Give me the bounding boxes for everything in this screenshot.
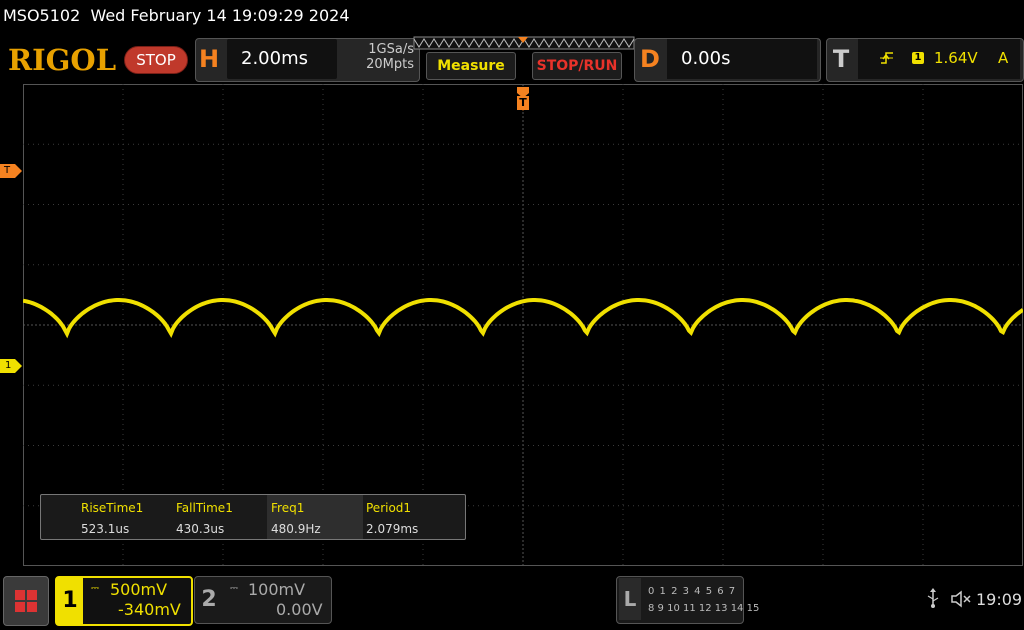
dc-coupling-icon: ⎓ [230,583,238,594]
rising-edge-icon [880,52,893,64]
menu-grid-icon [15,590,37,612]
measurement-label: Freq1 [271,501,305,515]
status-line: MSO5102 Wed February 14 19:09:29 2024 [0,0,1024,34]
main-menu-button[interactable] [3,576,49,626]
delay-label: D [640,45,660,73]
logic-channels-row2: 8 9 10 11 12 13 14 15 [648,603,760,614]
timebase-value: 2.00ms [241,48,308,69]
trigger-source: 1 [912,52,924,64]
delay-value: 0.00s [681,48,731,69]
timebase-display[interactable]: 2.00ms [227,39,337,79]
delay-display[interactable]: 0.00s [667,39,817,79]
channel1-offset-marker-label: 1 [5,360,12,371]
measurement-label: Period1 [366,501,412,515]
channel2-number: 2 [201,587,217,612]
measurement-frequency[interactable]: Freq1 480.9Hz [267,495,363,539]
usb-icon [927,588,939,608]
memory-timeline[interactable] [413,36,635,50]
trigger-position-label: T [519,96,527,109]
trigger-mode: A [998,49,1009,67]
trigger-display[interactable]: 1 1.64V A [858,39,1020,79]
rigol-logo: RIGOL [8,43,117,77]
acquisition-info: 1GSa/s 20Mpts [330,42,414,72]
model-name: MSO5102 [3,6,81,25]
channel1-number: 1 [57,578,83,624]
horizontal-label: H [198,45,220,73]
trigger-label: T [832,45,850,73]
channel1-offset: -340mV [118,600,181,619]
measurement-value: 523.1us [81,522,130,536]
measure-button[interactable]: Measure [426,52,516,80]
memory-depth: 20Mpts [366,57,414,72]
system-clock: 19:09 [976,590,1023,609]
channel1-scale: 500mV [110,580,168,599]
measurement-label: FallTime1 [176,501,233,515]
measurement-value: 2.079ms [366,522,419,536]
measurement-period[interactable]: Period1 2.079ms [366,495,462,539]
measurement-fall-time[interactable]: FallTime1 430.3us [176,495,272,539]
sample-rate: 1GSa/s [368,42,414,57]
channel2-scale: 100mV [248,580,306,599]
logic-channels-row1: 0 1 2 3 4 5 6 7 [648,586,737,597]
measurement-rise-time[interactable]: RiseTime1 523.1us [81,495,177,539]
stop-run-button[interactable]: STOP/RUN [532,52,622,80]
speaker-muted-icon[interactable] [950,589,972,609]
logic-label: L [619,578,641,620]
measurement-label: RiseTime1 [81,501,144,515]
trigger-level: 1.64V [934,49,978,67]
measurement-value: 480.9Hz [271,522,321,536]
measurement-panel[interactable]: RiseTime1 523.1us FallTime1 430.3us Freq… [40,494,466,540]
datetime: Wed February 14 19:09:29 2024 [90,6,350,25]
run-state-badge[interactable]: STOP [124,46,188,74]
dc-coupling-icon: ⎓ [91,583,99,594]
trigger-level-marker-label: T [4,165,11,176]
channel2-offset: 0.00V [276,600,323,619]
measurement-value: 430.3us [176,522,225,536]
